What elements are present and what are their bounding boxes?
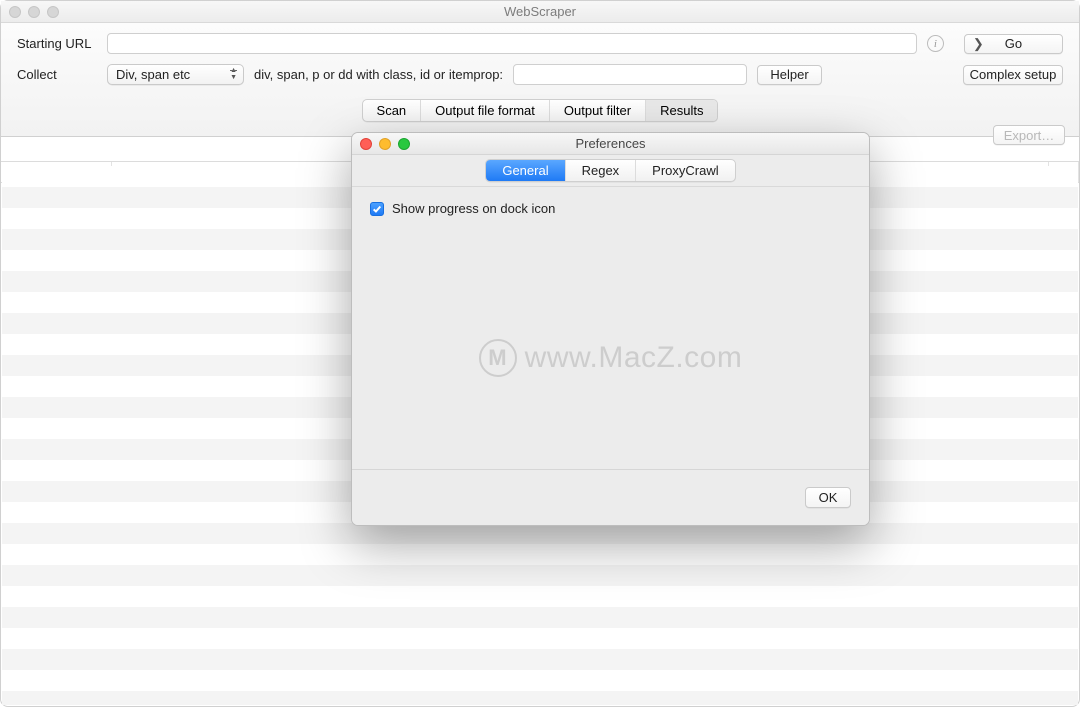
tab-proxycrawl[interactable]: ProxyCrawl	[636, 160, 734, 181]
table-row	[2, 523, 1078, 544]
preferences-tabs: General Regex ProxyCrawl	[485, 159, 735, 182]
show-progress-label: Show progress on dock icon	[392, 201, 555, 216]
tab-general[interactable]: General	[486, 160, 565, 181]
preferences-title: Preferences	[352, 136, 869, 151]
traffic-lights-inactive	[9, 6, 59, 18]
complex-setup-button[interactable]: Complex setup	[963, 65, 1063, 85]
zoom-icon[interactable]	[398, 138, 410, 150]
go-button-label: Go	[1005, 36, 1022, 51]
minimize-icon[interactable]	[28, 6, 40, 18]
chevron-right-icon: ❯	[973, 36, 984, 52]
prefs-traffic-lights	[360, 138, 410, 150]
export-button[interactable]: Export…	[993, 125, 1065, 145]
preferences-window: Preferences General Regex ProxyCrawl Sho…	[351, 132, 870, 526]
table-row	[2, 691, 1078, 705]
helper-button[interactable]: Helper	[757, 65, 822, 85]
ok-button[interactable]: OK	[805, 487, 851, 508]
starting-url-input[interactable]	[107, 33, 917, 54]
tab-results[interactable]: Results	[646, 100, 717, 121]
helper-button-label: Helper	[770, 67, 808, 82]
tab-output-filter[interactable]: Output filter	[550, 100, 646, 121]
close-icon[interactable]	[9, 6, 21, 18]
zoom-icon[interactable]	[47, 6, 59, 18]
watermark-text: www.MacZ.com	[525, 341, 743, 375]
table-row	[2, 586, 1078, 607]
preferences-titlebar: Preferences	[352, 133, 869, 155]
collect-select[interactable]: Div, span etc ▲▼	[107, 64, 244, 85]
export-button-label: Export…	[1004, 128, 1055, 143]
table-row	[2, 565, 1078, 586]
main-titlebar: WebScraper	[1, 1, 1079, 23]
watermark-logo-icon: M	[479, 339, 517, 377]
window-title: WebScraper	[1, 4, 1079, 19]
tab-output-file-format[interactable]: Output file format	[421, 100, 550, 121]
table-row	[2, 628, 1078, 649]
tab-regex[interactable]: Regex	[566, 160, 637, 181]
collect-hint: div, span, p or dd with class, id or ite…	[254, 67, 503, 82]
complex-setup-label: Complex setup	[970, 67, 1057, 82]
table-row	[2, 649, 1078, 670]
show-progress-checkbox[interactable]	[370, 202, 384, 216]
table-row	[2, 670, 1078, 691]
table-row	[2, 607, 1078, 628]
ok-button-label: OK	[819, 490, 838, 505]
preferences-footer: OK	[352, 469, 869, 525]
collect-label: Collect	[17, 67, 97, 82]
select-arrows-icon: ▲▼	[230, 67, 237, 81]
starting-url-label: Starting URL	[17, 36, 97, 51]
mode-segmented-control: Scan Output file format Output filter Re…	[362, 99, 719, 122]
watermark: M www.MacZ.com	[352, 339, 869, 377]
collect-select-value: Div, span etc	[116, 67, 190, 82]
preferences-body: Show progress on dock icon M www.MacZ.co…	[352, 187, 869, 469]
collect-input[interactable]	[513, 64, 747, 85]
minimize-icon[interactable]	[379, 138, 391, 150]
toolbar: Starting URL i ❯ Go Collect Div, span et…	[1, 23, 1079, 137]
table-row	[2, 544, 1078, 565]
tab-scan[interactable]: Scan	[363, 100, 422, 121]
close-icon[interactable]	[360, 138, 372, 150]
info-icon[interactable]: i	[927, 35, 944, 52]
go-button[interactable]: ❯ Go	[964, 34, 1063, 54]
check-icon	[372, 204, 382, 214]
